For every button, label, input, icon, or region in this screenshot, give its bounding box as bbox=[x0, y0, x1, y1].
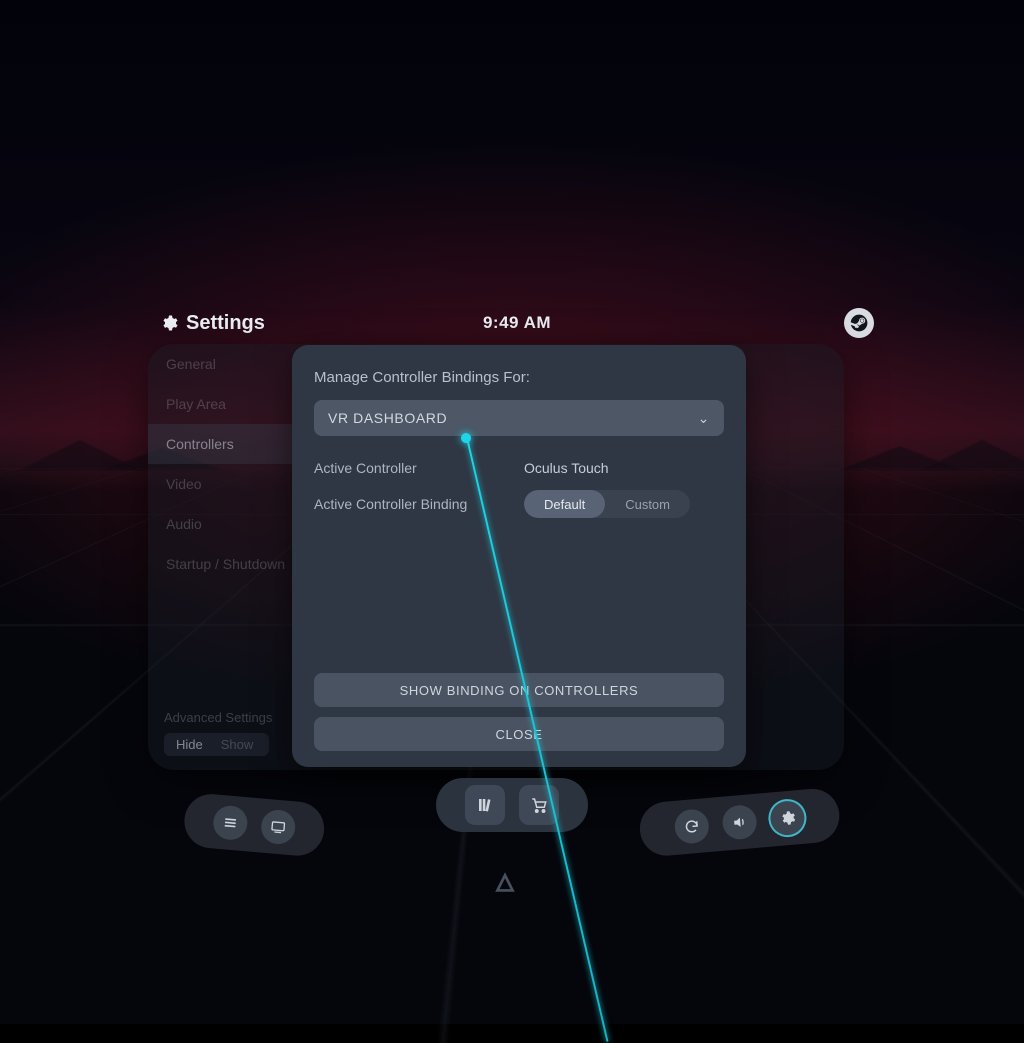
gear-icon bbox=[779, 809, 796, 826]
sidebar-item-label: Audio bbox=[166, 516, 202, 532]
advanced-settings-label: Advanced Settings bbox=[164, 710, 272, 725]
refresh-button[interactable] bbox=[673, 808, 710, 845]
binding-segment: Default Custom bbox=[524, 490, 690, 518]
settings-sidebar: General Play Area Controllers Video Audi… bbox=[148, 344, 308, 770]
show-binding-button[interactable]: SHOW BINDING ON CONTROLLERS bbox=[314, 673, 724, 707]
menu-button[interactable] bbox=[212, 804, 249, 841]
active-binding-label: Active Controller Binding bbox=[314, 496, 524, 512]
sidebar-item-audio[interactable]: Audio bbox=[148, 504, 308, 544]
desktop-icon bbox=[270, 818, 287, 835]
menu-icon bbox=[222, 814, 239, 831]
library-icon bbox=[476, 796, 494, 814]
settings-button[interactable] bbox=[769, 800, 806, 837]
page-title: Settings bbox=[186, 312, 265, 335]
sidebar-item-controllers[interactable]: Controllers bbox=[148, 424, 308, 464]
volume-icon bbox=[731, 814, 748, 831]
dock-center bbox=[436, 778, 588, 832]
sidebar-item-video[interactable]: Video bbox=[148, 464, 308, 504]
advanced-show-label: Show bbox=[221, 737, 254, 752]
controller-bindings-modal: Manage Controller Bindings For: VR DASHB… bbox=[292, 345, 746, 767]
active-binding-row: Active Controller Binding Default Custom bbox=[314, 476, 724, 518]
clock: 9:49 AM bbox=[483, 313, 551, 333]
gear-icon bbox=[160, 314, 178, 332]
volume-button[interactable] bbox=[721, 804, 758, 841]
modal-bottom: SHOW BINDING ON CONTROLLERS CLOSE bbox=[314, 663, 724, 751]
sidebar-item-label: Play Area bbox=[166, 396, 226, 412]
sidebar-item-label: Startup / Shutdown bbox=[166, 556, 285, 572]
settings-title-block: Settings bbox=[160, 312, 265, 335]
top-bar: Settings 9:49 AM bbox=[160, 308, 874, 338]
sidebar-item-general[interactable]: General bbox=[148, 344, 308, 384]
active-controller-value: Oculus Touch bbox=[524, 460, 609, 476]
sidebar-item-label: General bbox=[166, 356, 216, 372]
sidebar-item-startup-shutdown[interactable]: Startup / Shutdown bbox=[148, 544, 308, 584]
sidebar-item-label: Controllers bbox=[166, 436, 234, 452]
sidebar-item-play-area[interactable]: Play Area bbox=[148, 384, 308, 424]
close-button[interactable]: CLOSE bbox=[314, 717, 724, 751]
library-button[interactable] bbox=[465, 785, 505, 825]
desktop-button[interactable] bbox=[260, 809, 297, 846]
sidebar-item-label: Video bbox=[166, 476, 202, 492]
modal-title: Manage Controller Bindings For: bbox=[314, 369, 724, 386]
segment-default[interactable]: Default bbox=[524, 490, 605, 518]
chevron-down-icon: ⌄ bbox=[698, 410, 710, 427]
app-select-value: VR DASHBOARD bbox=[328, 410, 447, 426]
advanced-hide-label: Hide bbox=[176, 737, 203, 752]
advanced-settings-toggle[interactable]: Hide Show bbox=[164, 733, 269, 756]
active-controller-label: Active Controller bbox=[314, 460, 524, 476]
app-select[interactable]: VR DASHBOARD ⌄ bbox=[314, 400, 724, 436]
recenter-arrow-icon bbox=[490, 870, 520, 900]
refresh-icon bbox=[683, 818, 700, 835]
active-controller-row: Active Controller Oculus Touch bbox=[314, 442, 724, 476]
steam-icon[interactable] bbox=[844, 308, 874, 338]
advanced-settings-block: Advanced Settings Hide Show bbox=[164, 710, 272, 756]
segment-custom[interactable]: Custom bbox=[605, 490, 690, 518]
cart-icon bbox=[530, 796, 548, 814]
